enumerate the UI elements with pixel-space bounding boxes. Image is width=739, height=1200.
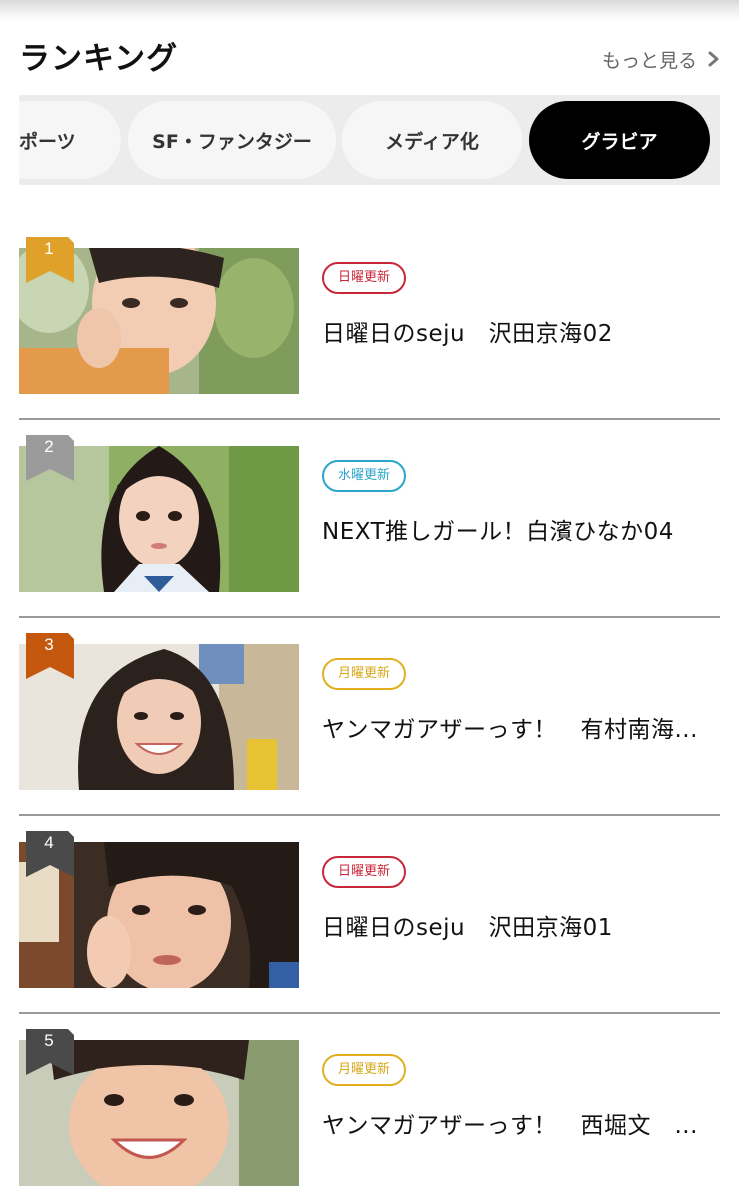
rank-number: 1 xyxy=(44,239,54,258)
update-day-tag: 月曜更新 xyxy=(322,658,407,690)
top-shadow xyxy=(0,0,739,22)
more-link[interactable]: もっと見る xyxy=(602,38,721,73)
update-day-tag: 日曜更新 xyxy=(322,262,407,294)
more-link-label: もっと見る xyxy=(601,49,697,72)
tab-sports[interactable]: ポーツ xyxy=(19,101,121,179)
item-title: ヤンマガアザーっす！ 有村南海... xyxy=(322,717,698,743)
item-title: 日曜日のseju 沢田京海01 xyxy=(322,915,613,941)
ranking-item-3[interactable]: 3 月曜更新 ヤンマガアザーっす！ 有村南海... xyxy=(19,618,720,816)
tab-sf-fantasy[interactable]: SF・ファンタジー xyxy=(128,101,336,179)
ranking-item-2[interactable]: 2 水曜更新 NEXT推しガール！白濱ひなか04 xyxy=(19,420,720,618)
item-title: 日曜日のseju 沢田京海02 xyxy=(322,321,613,347)
tab-media[interactable]: メディア化 xyxy=(342,101,522,179)
rank-number: 4 xyxy=(44,833,54,852)
tab-label: グラビア xyxy=(581,130,658,153)
update-day-tag: 月曜更新 xyxy=(322,1054,407,1086)
item-info: 月曜更新 ヤンマガアザーっす！ 有村南海... xyxy=(322,658,720,744)
tab-label: メディア化 xyxy=(385,130,479,153)
item-info: 日曜更新 日曜日のseju 沢田京海02 xyxy=(322,262,720,348)
item-title: NEXT推しガール！白濱ひなか04 xyxy=(322,519,674,545)
chevron-right-icon xyxy=(708,51,719,67)
rank-number: 3 xyxy=(44,635,54,654)
update-day-tag: 日曜更新 xyxy=(322,856,407,888)
item-info: 月曜更新 ヤンマガアザーっす！ 西堀文 ... xyxy=(322,1054,720,1140)
tab-label: SF・ファンタジー xyxy=(152,130,312,153)
item-info: 日曜更新 日曜日のseju 沢田京海01 xyxy=(322,856,720,942)
item-title: ヤンマガアザーっす！ 西堀文 ... xyxy=(322,1113,698,1139)
ranking-list: 1 日曜更新 日曜日のseju 沢田京海02 2 水曜更新 NEXT推しガール！… xyxy=(19,222,720,1200)
tab-gravure[interactable]: グラビア xyxy=(529,101,710,179)
tab-label: ポーツ xyxy=(19,130,76,153)
category-tab-strip[interactable]: ポーツ SF・ファンタジー メディア化 グラビア xyxy=(19,95,720,185)
ranking-item-4[interactable]: 4 日曜更新 日曜日のseju 沢田京海01 xyxy=(19,816,720,1014)
update-day-tag: 水曜更新 xyxy=(322,460,407,492)
ranking-item-1[interactable]: 1 日曜更新 日曜日のseju 沢田京海02 xyxy=(19,222,720,420)
rank-number: 2 xyxy=(44,437,54,456)
ranking-header: ランキング もっと見る xyxy=(19,30,721,80)
rank-number: 5 xyxy=(44,1031,54,1050)
item-info: 水曜更新 NEXT推しガール！白濱ひなか04 xyxy=(322,460,720,546)
ranking-item-5[interactable]: 5 月曜更新 ヤンマガアザーっす！ 西堀文 ... xyxy=(19,1014,720,1200)
page-title: ランキング xyxy=(19,40,179,77)
